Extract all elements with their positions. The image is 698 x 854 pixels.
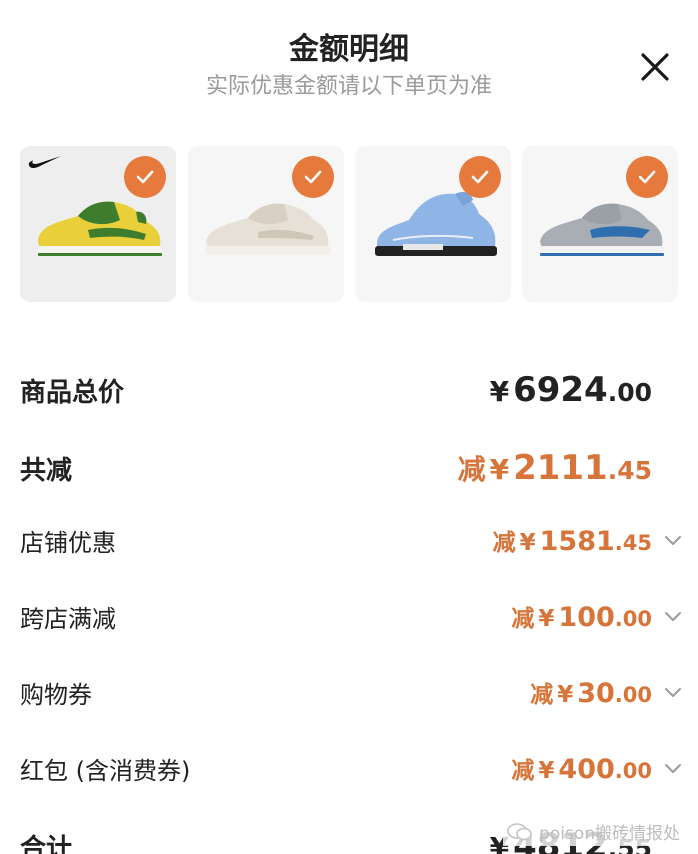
chevron-down-icon[interactable]	[664, 684, 682, 700]
row-cross-store[interactable]: 跨店满减 减 ¥100.00	[20, 596, 681, 636]
watermark: poison搬砖情报处	[503, 817, 684, 846]
goods-total-amount: ¥6924.00	[489, 370, 652, 410]
check-icon	[304, 170, 322, 184]
row-goods-total: 商品总价 ¥6924.00	[20, 368, 652, 412]
amount-detail-sheet: 金额明细 实际优惠金额请以下单页为准 商品总价 ¥ 6924.00 共减 减 ¥…	[0, 0, 698, 854]
store-discount-amount[interactable]: 减 ¥1581.45	[493, 523, 681, 557]
selected-badge[interactable]	[626, 156, 668, 198]
nike-swoosh-icon	[28, 156, 62, 168]
product-card-3[interactable]	[355, 146, 511, 302]
product-image-4	[540, 203, 664, 256]
grand-total-label: 合计	[20, 833, 73, 854]
coupon-amount[interactable]: 减 ¥30.00	[530, 675, 681, 709]
close-icon	[641, 53, 669, 81]
close-button[interactable]	[638, 50, 672, 84]
coupon-label: 购物券	[20, 680, 92, 709]
chevron-down-icon[interactable]	[664, 532, 682, 548]
total-reduction-label: 共减	[20, 455, 73, 486]
product-image-2	[206, 203, 330, 255]
row-red-packet[interactable]: 红包 (含消费券) 减 ¥400.00	[20, 748, 681, 788]
cross-store-amount[interactable]: 减 ¥100.00	[511, 599, 681, 633]
red-packet-label: 红包 (含消费券)	[20, 756, 191, 785]
selected-badge[interactable]	[292, 156, 334, 198]
product-thumbnails	[20, 146, 680, 302]
chevron-down-icon[interactable]	[664, 608, 682, 624]
page-title: 金额明细	[289, 32, 409, 67]
product-image-3	[375, 192, 497, 256]
cross-store-label: 跨店满减	[20, 604, 116, 633]
store-discount-label: 店铺优惠	[20, 528, 116, 557]
product-image-1	[38, 201, 162, 256]
check-icon	[471, 170, 489, 184]
watermark-text: poison搬砖情报处	[539, 824, 680, 844]
page-subtitle: 实际优惠金额请以下单页为准	[205, 74, 492, 99]
red-packet-amount[interactable]: 减 ¥400.00	[511, 751, 681, 785]
row-coupon[interactable]: 购物券 减 ¥30.00	[20, 672, 681, 712]
chevron-down-icon[interactable]	[664, 760, 682, 776]
total-reduction-amount: 减 ¥2111.45	[457, 448, 652, 488]
row-store-discount[interactable]: 店铺优惠 减 ¥1581.45	[20, 520, 681, 560]
wechat-icon	[507, 822, 532, 840]
row-total-reduction: 共减 减 ¥2111.45	[20, 444, 652, 492]
check-icon	[638, 170, 656, 184]
selected-badge[interactable]	[459, 156, 501, 198]
selected-badge[interactable]	[124, 156, 166, 198]
goods-total-label: 商品总价	[20, 377, 125, 408]
product-card-2[interactable]	[188, 146, 344, 302]
product-card-1[interactable]	[20, 146, 176, 302]
product-card-4[interactable]	[522, 146, 678, 302]
check-icon	[136, 170, 154, 184]
